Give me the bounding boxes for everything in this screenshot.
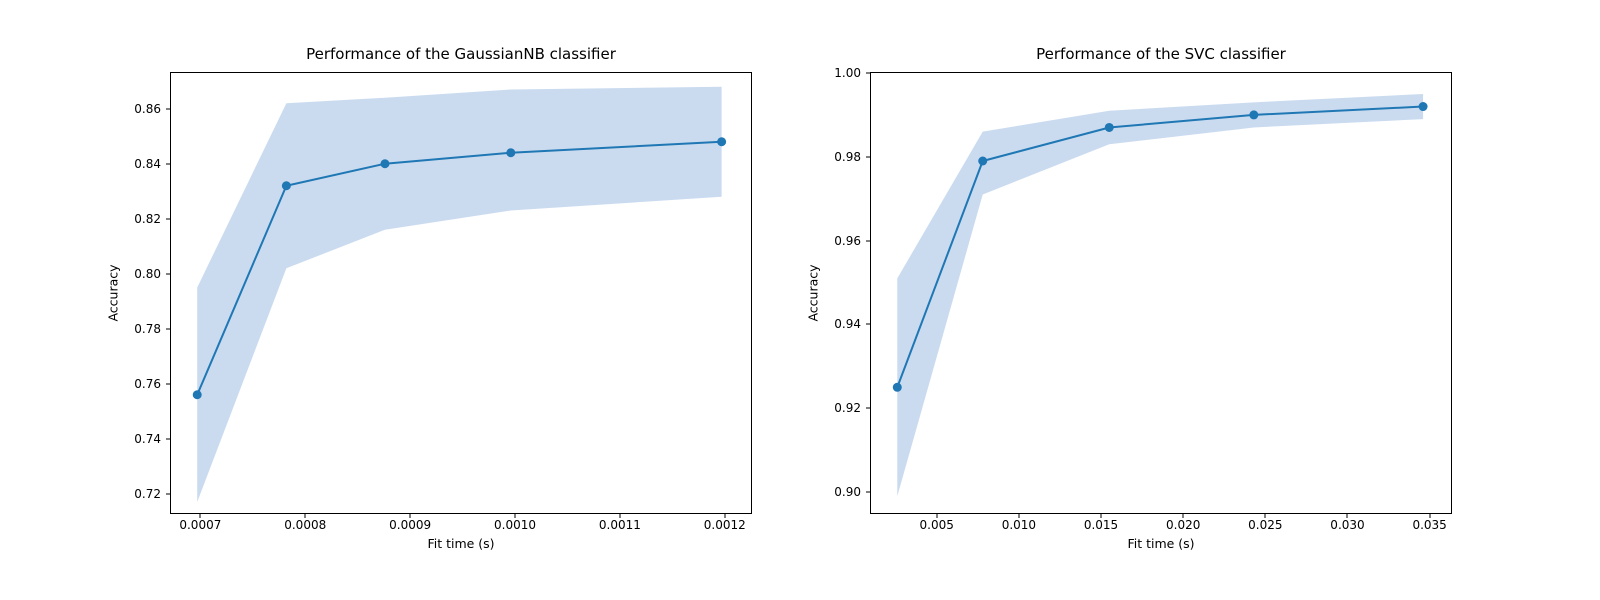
figure: Performance of the GaussianNB classifier…	[0, 0, 1600, 600]
data-marker	[717, 137, 726, 146]
data-marker	[1249, 110, 1258, 119]
y-tick-label: 0.80	[134, 267, 161, 281]
x-tick-label: 0.0009	[389, 518, 431, 532]
data-marker	[978, 157, 987, 166]
data-marker	[893, 383, 902, 392]
y-tick-label: 1.00	[834, 66, 861, 80]
y-tick-label: 0.92	[834, 401, 861, 415]
y-tick-mark	[166, 163, 171, 164]
y-axis-label: Accuracy	[106, 264, 121, 321]
x-tick-label: 0.0010	[494, 518, 536, 532]
plot-svg	[171, 73, 751, 513]
y-tick-label: 0.86	[134, 102, 161, 116]
y-tick-label: 0.74	[134, 432, 161, 446]
y-tick-mark	[166, 218, 171, 219]
confidence-band	[197, 87, 721, 502]
x-tick-label: 0.020	[1166, 518, 1200, 532]
y-tick-mark	[166, 438, 171, 439]
data-marker	[380, 159, 389, 168]
x-axis-label: Fit time (s)	[171, 536, 751, 551]
y-tick-mark	[166, 493, 171, 494]
x-tick-label: 0.025	[1248, 518, 1282, 532]
y-tick-label: 0.72	[134, 487, 161, 501]
x-tick-label: 0.0011	[599, 518, 641, 532]
data-marker	[282, 181, 291, 190]
x-tick-label: 0.010	[1002, 518, 1036, 532]
x-tick-label: 0.0012	[704, 518, 746, 532]
x-tick-label: 0.0007	[179, 518, 221, 532]
y-tick-mark	[866, 324, 871, 325]
y-tick-mark	[866, 240, 871, 241]
x-tick-label: 0.035	[1412, 518, 1446, 532]
y-tick-label: 0.76	[134, 377, 161, 391]
plot-area: Performance of the GaussianNB classifier…	[170, 72, 752, 514]
x-tick-label: 0.015	[1084, 518, 1118, 532]
y-axis-label: Accuracy	[806, 264, 821, 321]
x-axis-label: Fit time (s)	[871, 536, 1451, 551]
y-tick-label: 0.84	[134, 157, 161, 171]
y-tick-mark	[166, 328, 171, 329]
confidence-band	[897, 94, 1423, 496]
y-tick-label: 0.94	[834, 317, 861, 331]
y-tick-label: 0.90	[834, 485, 861, 499]
y-tick-label: 0.96	[834, 234, 861, 248]
x-tick-label: 0.005	[920, 518, 954, 532]
y-tick-mark	[866, 73, 871, 74]
chart-title: Performance of the SVC classifier	[871, 45, 1451, 63]
plot-area: Performance of the SVC classifier Accura…	[870, 72, 1452, 514]
y-tick-label: 0.98	[834, 150, 861, 164]
subplot-svc: Performance of the SVC classifier Accura…	[870, 72, 1450, 512]
y-tick-mark	[866, 408, 871, 409]
chart-title: Performance of the GaussianNB classifier	[171, 45, 751, 63]
x-tick-label: 0.0008	[284, 518, 326, 532]
y-tick-mark	[166, 273, 171, 274]
data-marker	[1419, 102, 1428, 111]
y-tick-mark	[166, 108, 171, 109]
data-marker	[1105, 123, 1114, 132]
subplot-gaussiannb: Performance of the GaussianNB classifier…	[170, 72, 750, 512]
data-marker	[193, 390, 202, 399]
y-tick-label: 0.82	[134, 212, 161, 226]
plot-svg	[871, 73, 1451, 513]
y-tick-mark	[866, 156, 871, 157]
data-marker	[506, 148, 515, 157]
y-tick-label: 0.78	[134, 322, 161, 336]
y-tick-mark	[166, 383, 171, 384]
y-tick-mark	[866, 492, 871, 493]
x-tick-label: 0.030	[1330, 518, 1364, 532]
